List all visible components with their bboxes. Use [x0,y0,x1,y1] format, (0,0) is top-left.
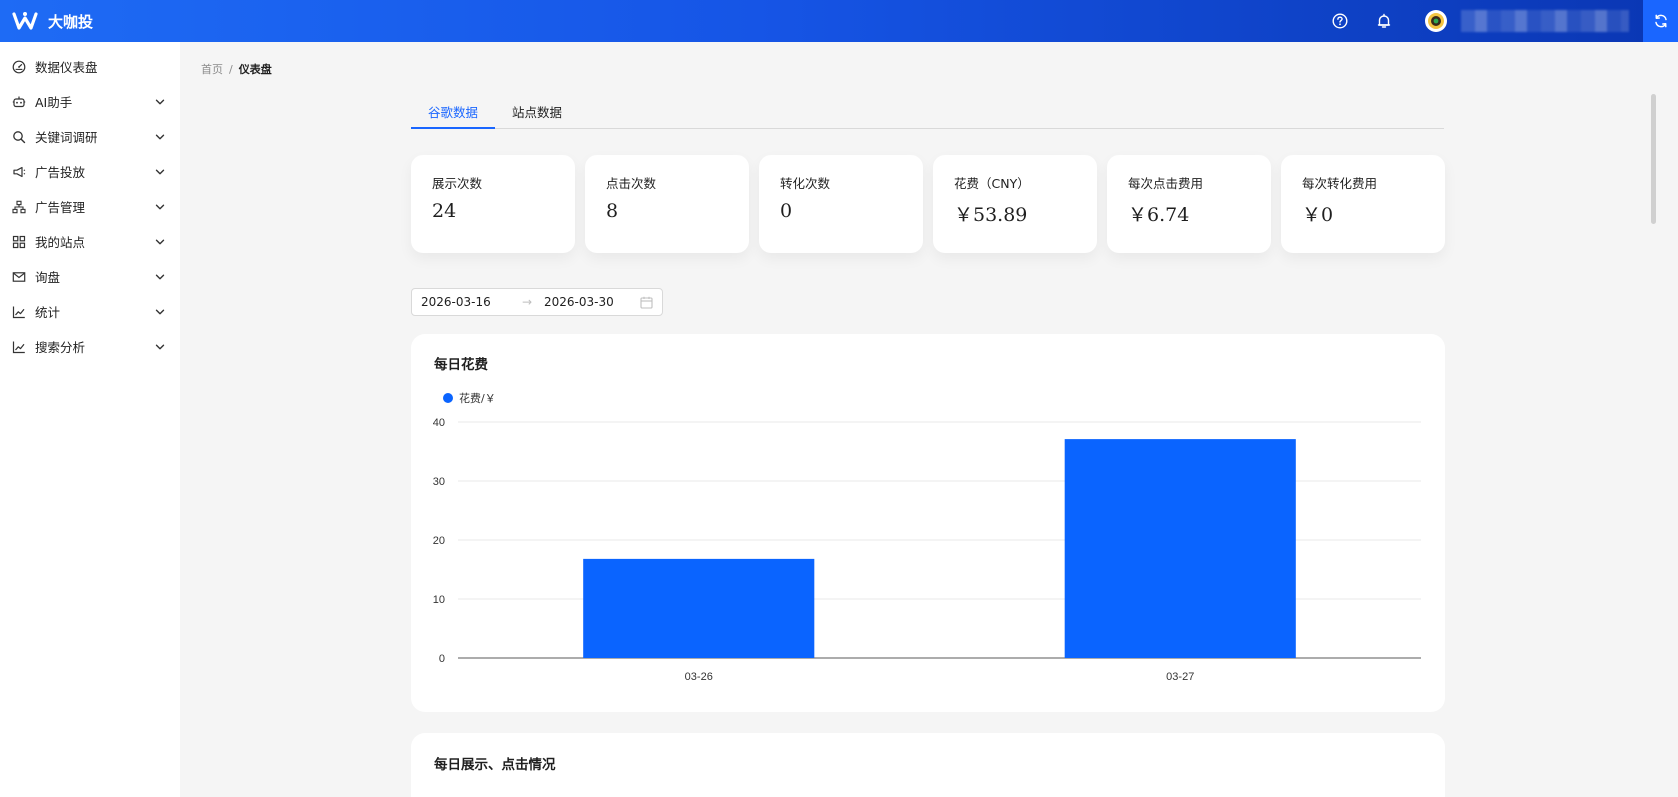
stat-value: 0 [780,200,793,222]
sidebar-item-ad-management[interactable]: 广告管理 [0,189,180,224]
date-end-input[interactable]: 2026-03-30 [544,295,639,309]
bell-icon[interactable] [1373,10,1395,32]
stat-value: ￥0 [1302,204,1334,226]
sidebar-item-label: 搜索分析 [35,340,86,355]
date-start-input[interactable]: 2026-03-16 [421,295,522,309]
sidebar-item-ai-assistant[interactable]: AI助手 [0,84,180,119]
chevron-down-icon[interactable] [154,201,166,213]
stat-card-conversions: 转化次数 0 [759,155,923,253]
legend-marker [443,393,453,403]
sidebar-item-ad-placement[interactable]: 广告投放 [0,154,180,189]
stat-value: 24 [432,200,457,222]
stat-label: 转化次数 [780,176,831,191]
refresh-button[interactable] [1643,0,1678,42]
chevron-down-icon[interactable] [154,271,166,283]
stat-label: 点击次数 [606,176,657,191]
sidebar-item-label: 我的站点 [35,235,86,250]
breadcrumb-home[interactable]: 首页 [201,61,223,77]
username-redacted[interactable] [1461,10,1629,32]
chart-title: 每日花费 [434,357,488,373]
stat-card-cost-per-click: 每次点击费用 ￥6.74 [1107,155,1271,253]
avatar[interactable] [1425,10,1447,32]
line-chart-icon [12,340,26,354]
x-tick-label: 03-27 [1166,671,1194,683]
chevron-down-icon[interactable] [154,131,166,143]
question-circle-icon[interactable] [1329,10,1351,32]
app-name: 大咖投 [48,12,94,31]
date-range-picker[interactable]: 2026-03-16 → 2026-03-30 [411,288,663,316]
bar[interactable] [583,558,815,658]
breadcrumb: 首页 / 仪表盘 [201,61,272,77]
stats-row: 展示次数 24 点击次数 8 转化次数 0 花费（CNY） ￥53.89 每次点… [411,155,1445,253]
search-icon [12,130,26,144]
page-scrollbar[interactable] [1651,94,1656,224]
stat-label: 每次转化费用 [1302,176,1378,191]
brand[interactable]: 大咖投 [0,10,93,32]
arrow-right-icon: → [522,295,533,309]
chevron-down-icon[interactable] [154,341,166,353]
breadcrumb-separator: / [229,62,233,76]
stat-card-clicks: 点击次数 8 [585,155,749,253]
stat-label: 花费（CNY） [954,176,1030,191]
sidebar-item-label: AI助手 [35,95,73,110]
line-chart-icon [12,305,26,319]
y-tick-label: 40 [433,417,445,429]
sidebar-item-keyword-research[interactable]: 关键词调研 [0,119,180,154]
y-tick-label: 20 [433,535,445,547]
chevron-down-icon[interactable] [154,306,166,318]
breadcrumb-current: 仪表盘 [238,63,272,76]
y-tick-label: 10 [433,594,445,606]
stat-card-cost-per-conversion: 每次转化费用 ￥0 [1281,155,1445,253]
stat-value: 8 [606,200,619,222]
stat-label: 展示次数 [432,176,483,191]
sidebar-item-label: 广告管理 [35,200,86,215]
daily-spend-chart-card: 0 10 20 30 40 03-26 03-27 每日花费 花费/￥ [411,334,1445,712]
refresh-icon [1653,13,1669,29]
org-chart-icon [12,200,26,214]
data-tabs: 谷歌数据 站点数据 [411,96,1444,129]
calendar-icon[interactable] [639,295,653,309]
sidebar: 数据仪表盘 AI助手 关键词调研 广告投放 广告管理 我的站点 询盘 统计 搜索… [0,42,180,797]
tab-site-data[interactable]: 站点数据 [495,96,579,128]
stat-card-impressions: 展示次数 24 [411,155,575,253]
chevron-down-icon[interactable] [154,166,166,178]
sidebar-item-my-sites[interactable]: 我的站点 [0,224,180,259]
chart-title: 每日展示、点击情况 [434,757,556,773]
sidebar-item-label: 询盘 [35,270,61,285]
dashboard-icon [12,60,26,74]
chevron-down-icon[interactable] [154,96,166,108]
daily-spend-chart: 0 10 20 30 40 03-26 03-27 [433,417,1421,683]
y-tick-label: 0 [439,653,445,665]
y-tick-label: 30 [433,476,445,488]
chevron-down-icon[interactable] [154,236,166,248]
sidebar-item-label: 关键词调研 [35,130,98,145]
robot-icon [12,95,26,109]
sidebar-item-label: 统计 [35,305,61,320]
sidebar-item-inquiries[interactable]: 询盘 [0,259,180,294]
sidebar-item-dashboard[interactable]: 数据仪表盘 [0,49,180,84]
sidebar-item-label: 广告投放 [35,165,86,180]
sidebar-item-statistics[interactable]: 统计 [0,294,180,329]
sidebar-item-label: 数据仪表盘 [35,60,98,75]
x-tick-label: 03-26 [685,671,713,683]
mail-icon [12,270,26,284]
bar[interactable] [1064,439,1296,658]
legend-label: 花费/￥ [459,392,496,405]
top-header: 大咖投 [0,0,1678,42]
megaphone-icon [12,165,26,179]
daily-impressions-clicks-card: 每日展示、点击情况 [411,733,1445,797]
chart-legend[interactable]: 花费/￥ [443,390,496,406]
logo-icon [12,10,38,32]
sidebar-item-search-analysis[interactable]: 搜索分析 [0,329,180,364]
stat-label: 每次点击费用 [1128,176,1204,191]
stat-value: ￥53.89 [954,204,1028,226]
grid-icon [12,235,26,249]
stat-value: ￥6.74 [1128,204,1190,226]
tab-google-data[interactable]: 谷歌数据 [411,96,496,129]
stat-card-cost: 花费（CNY） ￥53.89 [933,155,1097,253]
